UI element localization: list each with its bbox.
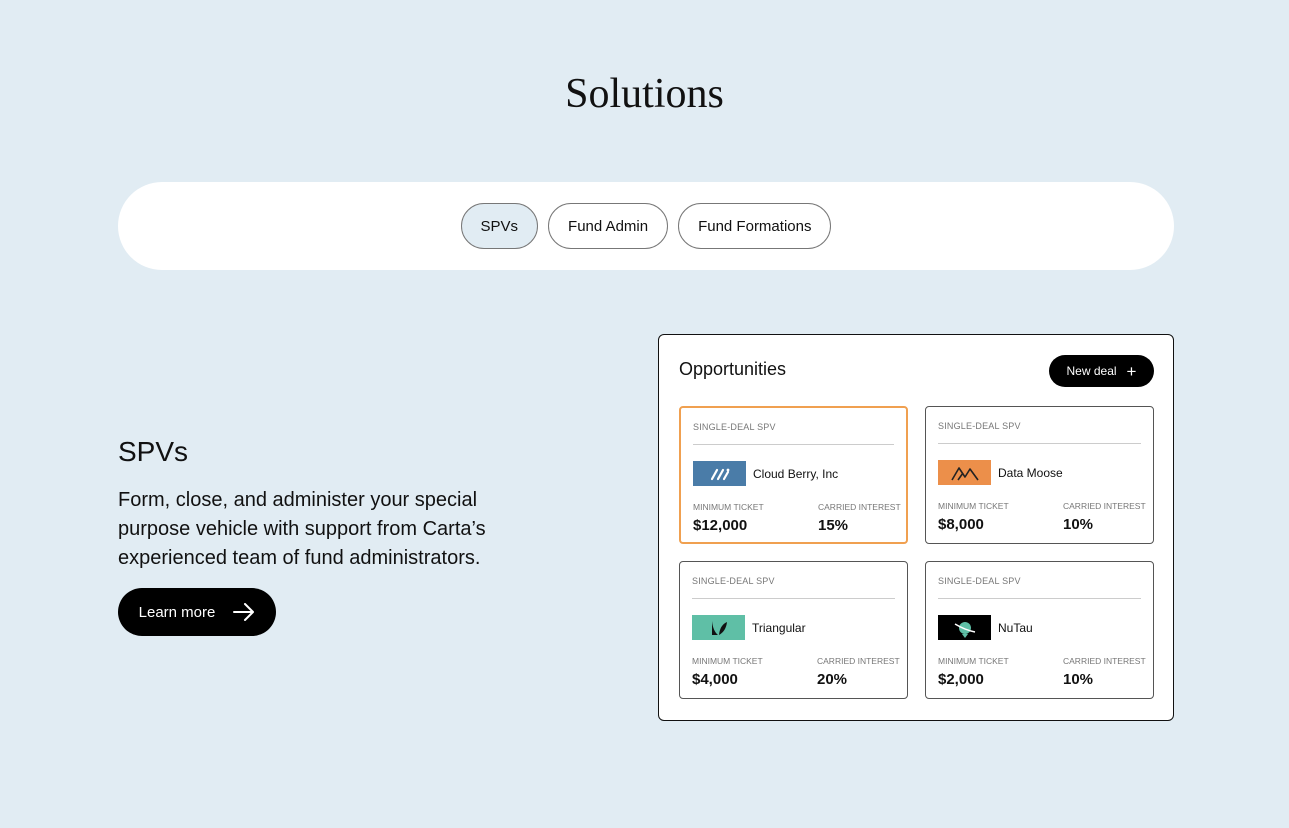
divider [938,598,1141,599]
min-ticket-label: MINIMUM TICKET [693,502,764,512]
page-title: Solutions [565,71,724,117]
carried-interest-label: CARRIED INTEREST [818,502,901,512]
deal-kind: SINGLE-DEAL SPV [693,422,776,432]
carried-interest-value: 10% [1063,516,1094,533]
plus-icon: + [1126,361,1137,381]
new-deal-label: New deal [1066,364,1117,378]
cloud-berry-logo-icon [693,461,746,486]
deal-kind: SINGLE-DEAL SPV [692,576,775,586]
triangular-logo-icon [692,615,745,640]
carried-interest-value: 20% [817,671,848,688]
learn-more-label: Learn more [138,603,216,621]
min-ticket-value: $8,000 [938,516,984,533]
deal-kind: SINGLE-DEAL SPV [938,576,1021,586]
min-ticket-label: MINIMUM TICKET [938,656,1009,666]
nutau-logo-icon [938,615,991,640]
solutions-tab-bar: SPVs Fund Admin Fund Formations [118,182,1174,270]
opportunities-panel: Opportunities New deal + SINGLE-DEAL SPV… [658,334,1174,721]
min-ticket-label: MINIMUM TICKET [692,656,763,666]
carried-interest-value: 15% [818,517,849,534]
divider [692,598,895,599]
min-ticket-value: $4,000 [692,671,738,688]
company-name: Triangular [752,621,806,635]
learn-more-button[interactable]: Learn more [118,588,276,636]
deal-card-cloud-berry[interactable]: SINGLE-DEAL SPV Cloud Berry, Inc MINIMUM… [679,406,908,544]
min-ticket-value: $12,000 [693,517,748,534]
min-ticket-value: $2,000 [938,671,984,688]
spv-description: Form, close, and administer your special… [118,489,486,569]
divider [693,444,894,445]
tab-fund-formations[interactable]: Fund Formations [678,203,832,249]
tab-spvs[interactable]: SPVs [460,203,539,249]
carried-interest-label: CARRIED INTEREST [1063,656,1146,666]
opportunities-title: Opportunities [679,359,787,379]
new-deal-button[interactable]: New deal + [1049,355,1154,387]
carried-interest-label: CARRIED INTEREST [1063,501,1146,511]
tab-fund-admin[interactable]: Fund Admin [548,203,669,249]
company-name: Data Moose [998,466,1063,480]
deal-card-triangular[interactable]: SINGLE-DEAL SPV Triangular MINIMUM TICKE… [679,561,908,699]
company-name: NuTau [998,621,1033,635]
carried-interest-value: 10% [1063,671,1094,688]
data-moose-logo-icon [938,460,991,485]
carried-interest-label: CARRIED INTEREST [817,656,900,666]
company-name: Cloud Berry, Inc [753,467,839,481]
deal-card-data-moose[interactable]: SINGLE-DEAL SPV Data Moose MINIMUM TICKE… [925,406,1154,544]
deal-card-nutau[interactable]: SINGLE-DEAL SPV NuTau MINIMUM TICKET CAR… [925,561,1154,699]
spv-heading: SPVs [118,436,189,467]
arrow-right-icon [233,603,255,621]
deal-kind: SINGLE-DEAL SPV [938,421,1021,431]
divider [938,443,1141,444]
min-ticket-label: MINIMUM TICKET [938,501,1009,511]
